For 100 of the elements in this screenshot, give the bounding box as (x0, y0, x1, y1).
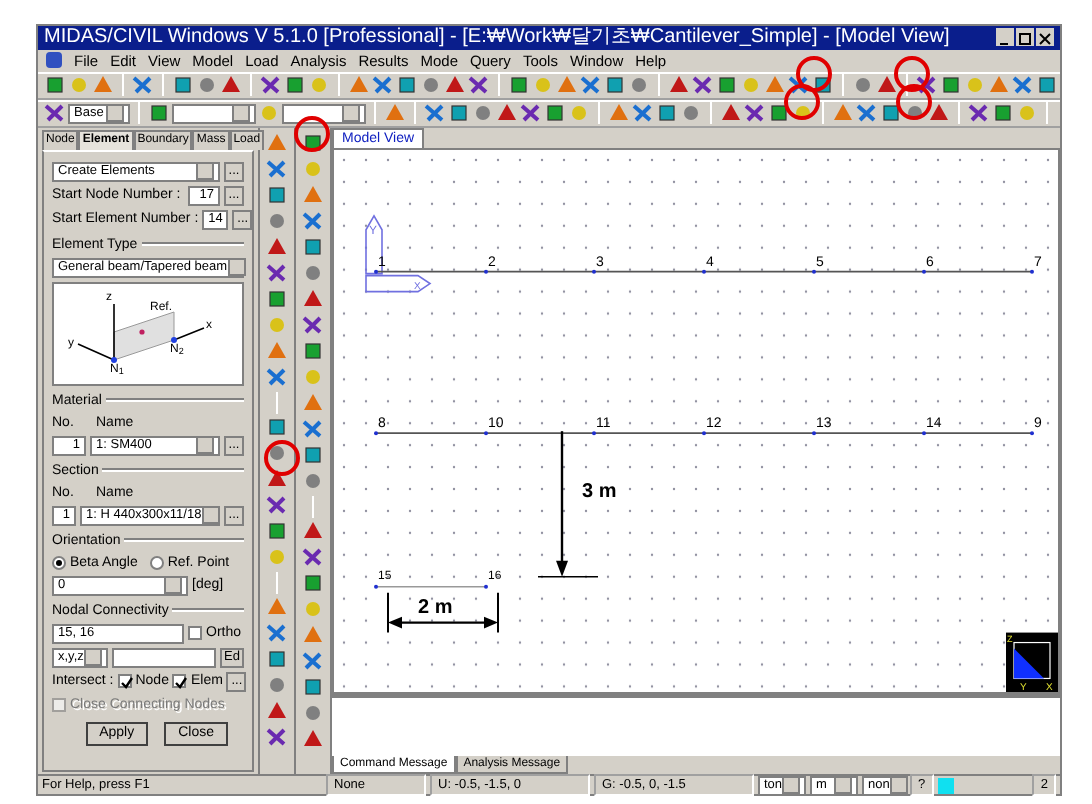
tool-button[interactable] (856, 101, 878, 126)
tool-button[interactable] (301, 443, 325, 468)
tool-button[interactable] (628, 73, 650, 98)
node-marker (484, 269, 488, 274)
tool-button[interactable] (301, 727, 325, 752)
tool-button[interactable] (265, 647, 289, 672)
tool-button[interactable] (284, 73, 306, 98)
tool-button[interactable] (472, 101, 494, 126)
tool-button[interactable] (928, 101, 950, 126)
node-marker (812, 269, 816, 274)
dimension-label: 3 m (582, 480, 617, 503)
highlight-circle (896, 84, 932, 120)
coordinate-field[interactable] (112, 647, 216, 668)
node-marker (374, 584, 378, 589)
tool-button[interactable] (768, 101, 790, 126)
tool-button[interactable] (1036, 73, 1058, 98)
app-icon (46, 52, 62, 69)
beam-line (375, 585, 487, 588)
tool-button[interactable] (468, 73, 490, 98)
tool-button[interactable] (196, 73, 218, 98)
close-icon[interactable] (1036, 28, 1054, 47)
node-marker (592, 431, 596, 435)
tool-button[interactable] (424, 101, 446, 126)
tool-button[interactable] (301, 519, 325, 544)
tool-button[interactable] (301, 675, 325, 700)
tool-button[interactable] (852, 73, 874, 98)
combo-field[interactable] (281, 103, 366, 124)
tool-button[interactable] (720, 101, 742, 126)
maximize-icon[interactable] (1016, 28, 1034, 47)
tool-button[interactable] (265, 519, 289, 544)
tool-button[interactable] (1012, 73, 1034, 98)
tool-button[interactable] (744, 101, 766, 126)
node-marker (922, 431, 926, 435)
tool-button[interactable] (604, 73, 626, 98)
node-marker (592, 269, 596, 274)
tool-button[interactable] (496, 101, 518, 126)
axis-icon (365, 214, 432, 293)
tool-button[interactable] (656, 101, 678, 126)
tool-button[interactable] (265, 235, 289, 260)
tool-button[interactable] (301, 571, 325, 596)
tool-button[interactable] (265, 699, 289, 724)
tool-button[interactable] (668, 73, 690, 98)
window-title: MIDAS/CIVIL Windows V 5.1.0 [Professional] - [E:₩Work₩달기초₩Cantilever_Simple] - [Model View] (44, 26, 950, 50)
tool-button[interactable] (396, 73, 418, 98)
tool-button[interactable] (265, 415, 289, 440)
checkbox[interactable] (117, 674, 132, 689)
tool-button[interactable] (876, 73, 898, 98)
tool-button[interactable] (680, 101, 702, 126)
tool-button[interactable] (265, 725, 289, 750)
combo-field[interactable] (171, 103, 256, 124)
tool-button[interactable] (880, 101, 902, 126)
tool-button[interactable] (265, 261, 289, 286)
node-marker (1030, 269, 1034, 274)
tool-button[interactable] (544, 101, 566, 126)
tool-button[interactable] (968, 101, 990, 126)
tool-button[interactable] (172, 73, 194, 98)
radio-button[interactable] (149, 555, 164, 570)
highlight-circle (294, 116, 330, 152)
node-marker (702, 269, 706, 274)
tool-button[interactable] (265, 183, 289, 208)
tool-button[interactable] (448, 101, 470, 126)
radio-button[interactable] (52, 555, 66, 570)
checkbox[interactable] (172, 674, 187, 689)
node-marker (374, 269, 378, 274)
dimension-label: 2 m (418, 596, 453, 619)
node-marker (922, 269, 926, 274)
tool-button[interactable] (788, 73, 810, 98)
tool-button[interactable] (220, 73, 242, 98)
tool-button[interactable] (992, 101, 1014, 126)
checkbox[interactable] (188, 626, 202, 641)
highlight-circle (784, 84, 820, 120)
tool-button[interactable] (301, 545, 325, 570)
tool-button[interactable] (508, 73, 530, 98)
tool-button[interactable] (520, 101, 542, 126)
node-marker (374, 431, 378, 435)
highlight-circle (796, 56, 832, 92)
node-marker (484, 584, 488, 589)
node-marker (484, 431, 488, 435)
highlight-circle (894, 56, 930, 92)
tool-button[interactable] (147, 101, 170, 126)
tool-button[interactable] (260, 73, 282, 98)
tool-button[interactable] (301, 235, 325, 260)
tool-button[interactable] (716, 73, 738, 98)
tool-button[interactable] (372, 73, 394, 98)
tool-button[interactable] (301, 313, 325, 338)
tool-button[interactable] (44, 101, 66, 126)
tool-button[interactable] (301, 339, 325, 364)
tool-button[interactable] (265, 287, 289, 312)
tool-button[interactable] (940, 73, 962, 98)
tool-button[interactable] (301, 287, 325, 312)
tool-button[interactable] (265, 493, 289, 518)
tool-button[interactable] (692, 73, 714, 98)
tool-button[interactable] (580, 73, 602, 98)
tool-button[interactable] (132, 73, 154, 98)
tool-button[interactable] (444, 73, 466, 98)
tool-button[interactable] (632, 101, 654, 126)
tool-button[interactable] (44, 73, 66, 98)
minimize-icon[interactable] (996, 28, 1014, 47)
tool-button[interactable] (420, 73, 442, 98)
tool-button[interactable] (916, 73, 938, 98)
